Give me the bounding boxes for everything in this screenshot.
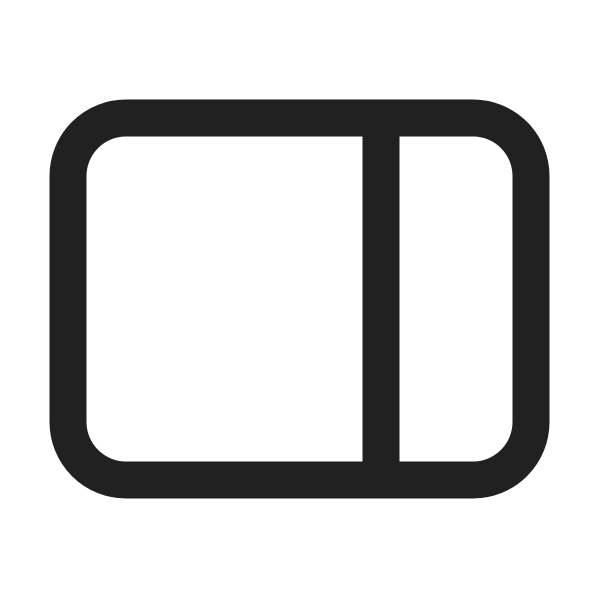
- window-frame: [49, 99, 550, 499]
- panel-right-icon: [0, 0, 600, 600]
- icon-canvas: [0, 0, 600, 600]
- panel-right-svg: [49, 99, 550, 499]
